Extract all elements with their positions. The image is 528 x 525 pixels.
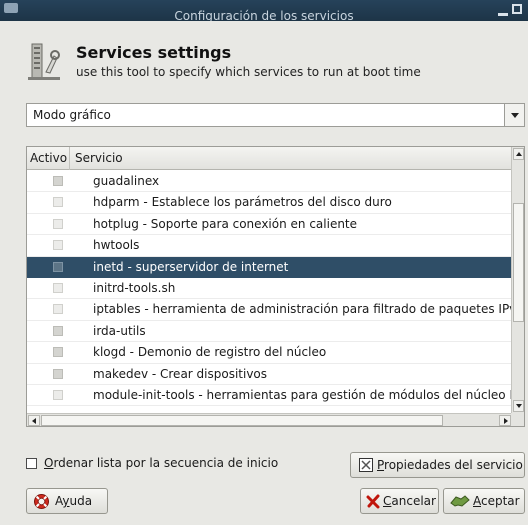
list-header: Activo Servicio — [27, 147, 512, 170]
service-name: klogd - Demonio de registro del núcleo — [93, 345, 327, 360]
scroll-right-icon[interactable] — [499, 415, 511, 426]
service-name: hwtools — [93, 238, 140, 253]
service-name: irda-utils — [93, 323, 146, 338]
service-active-checkbox[interactable] — [53, 325, 63, 336]
service-name: hdparm - Establece los parámetros del di… — [93, 195, 392, 210]
scroll-up-icon[interactable] — [513, 148, 524, 160]
minimize-icon[interactable] — [498, 4, 508, 16]
accept-label: Aceptar — [473, 494, 520, 508]
mode-select-value: Modo gráfico — [33, 108, 111, 122]
service-name: makedev - Crear dispositivos — [93, 366, 268, 381]
column-header-activo[interactable]: Activo — [27, 147, 70, 170]
service-active-checkbox[interactable] — [53, 176, 63, 186]
service-name: guadalinex — [93, 174, 160, 188]
window-controls — [496, 4, 528, 18]
service-row[interactable]: module-init-tools - herramientas para ge… — [27, 384, 512, 407]
window-titlebar[interactable]: Configuración de los servicios — [0, 0, 528, 21]
properties-icon — [359, 458, 373, 472]
scroll-left-icon[interactable] — [28, 415, 40, 426]
service-active-checkbox[interactable] — [53, 261, 63, 272]
service-name: iptables - herramienta de administración… — [93, 302, 512, 317]
help-label: Ayuda — [55, 494, 93, 508]
service-active-checkbox[interactable] — [53, 197, 63, 208]
chevron-down-icon[interactable] — [504, 104, 524, 126]
service-active-checkbox[interactable] — [53, 389, 63, 400]
dialog-title: Services settings — [76, 43, 232, 62]
services-settings-icon — [28, 43, 60, 80]
scroll-down-icon[interactable] — [513, 400, 524, 412]
help-lifebuoy-icon — [34, 494, 49, 509]
vertical-scrollbar[interactable] — [511, 147, 524, 413]
service-row[interactable]: irda-utils — [27, 320, 512, 343]
service-active-checkbox[interactable] — [53, 347, 63, 358]
column-header-servicio[interactable]: Servicio — [75, 151, 123, 165]
service-row[interactable]: guadalinex — [27, 171, 512, 193]
service-row[interactable]: makedev - Crear dispositivos — [27, 363, 512, 385]
horizontal-scrollbar[interactable] — [27, 413, 512, 426]
help-button[interactable]: Ayuda — [26, 488, 108, 514]
mode-select[interactable]: Modo gráfico — [26, 103, 525, 127]
service-name: module-init-tools - herramientas para ge… — [93, 387, 512, 402]
list-rows: guadalinex hdparm - Establece los parámet… — [27, 171, 512, 407]
cancel-x-icon — [366, 494, 380, 509]
dialog-header: Services settings use this tool to speci… — [26, 42, 496, 86]
service-active-checkbox[interactable] — [53, 218, 63, 229]
service-active-checkbox[interactable] — [53, 282, 63, 293]
service-active-checkbox[interactable] — [53, 240, 63, 251]
service-name: inetd - superservidor de internet — [93, 259, 289, 274]
service-name: hotplug - Soporte para conexión en calie… — [93, 216, 358, 231]
service-row[interactable]: hotplug - Soporte para conexión en calie… — [27, 213, 512, 236]
accept-handshake-icon — [450, 495, 470, 507]
maximize-icon[interactable] — [512, 4, 522, 14]
service-row[interactable]: klogd - Demonio de registro del núcleo — [27, 342, 512, 364]
sort-by-boot-sequence-label: Ordenar lista por la secuencia de inicio — [44, 456, 279, 470]
window-title: Configuración de los servicios — [174, 9, 354, 21]
services-list[interactable]: Activo Servicio guadalinex hdparm - Estab… — [26, 146, 525, 427]
service-properties-label: Propiedades del servicio — [377, 458, 523, 472]
service-active-checkbox[interactable] — [53, 304, 63, 315]
service-row[interactable]: inetd - superservidor de internet — [27, 256, 512, 278]
checkbox-box[interactable] — [26, 458, 37, 469]
service-properties-button[interactable]: Propiedades del servicio — [350, 452, 525, 478]
accept-button[interactable]: Aceptar — [443, 488, 525, 514]
horizontal-scroll-thumb[interactable] — [41, 415, 443, 426]
service-name: initrd-tools.sh — [93, 280, 176, 295]
service-row[interactable]: initrd-tools.sh — [27, 277, 512, 300]
service-row[interactable]: hwtools — [27, 235, 512, 257]
service-active-checkbox[interactable] — [53, 368, 63, 379]
vertical-scroll-thumb[interactable] — [513, 203, 524, 322]
service-row[interactable]: hdparm - Establece los parámetros del di… — [27, 192, 512, 214]
dialog-subtitle: use this tool to specify which services … — [76, 65, 421, 79]
cancel-button[interactable]: Cancelar — [360, 488, 439, 514]
cancel-label: Cancelar — [383, 494, 436, 508]
service-row[interactable]: iptables - herramienta de administración… — [27, 299, 512, 321]
scroll-corner — [511, 413, 524, 426]
